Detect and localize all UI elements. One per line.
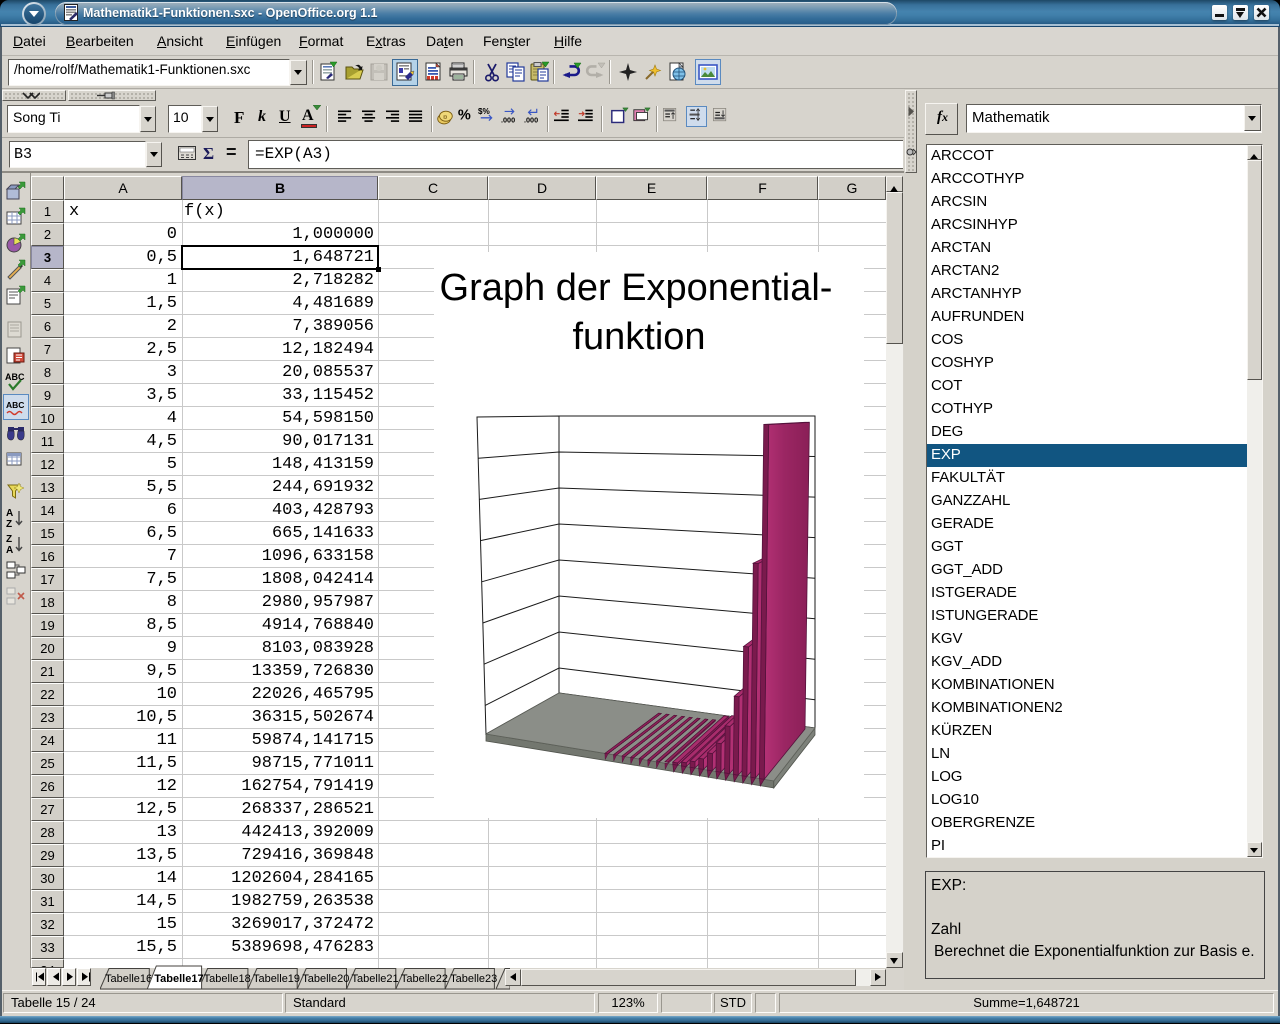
svg-text:Tabelle23: Tabelle23 xyxy=(450,973,497,985)
svg-text:Tabelle21: Tabelle21 xyxy=(352,973,399,985)
svg-text:Z: Z xyxy=(6,519,12,529)
svg-text:Tabelle18: Tabelle18 xyxy=(204,973,251,985)
svg-text:ABC: ABC xyxy=(5,372,25,382)
svg-text:Tabelle20: Tabelle20 xyxy=(302,973,349,985)
svg-text:Tabelle19: Tabelle19 xyxy=(253,973,300,985)
svg-text:Tabelle22: Tabelle22 xyxy=(401,973,448,985)
svg-text:.000: .000 xyxy=(501,115,515,124)
svg-text:ABC: ABC xyxy=(6,400,24,410)
svg-text:A: A xyxy=(6,545,13,555)
svg-text:.000: .000 xyxy=(524,115,538,124)
svg-text:%: % xyxy=(458,108,471,124)
svg-text:$%: $% xyxy=(478,107,491,116)
svg-text:A: A xyxy=(6,508,13,519)
svg-text:¤: ¤ xyxy=(443,112,447,121)
svg-text:Tabelle17: Tabelle17 xyxy=(154,973,203,985)
svg-text:Z: Z xyxy=(6,534,12,545)
svg-text:Tabelle16: Tabelle16 xyxy=(105,973,152,985)
